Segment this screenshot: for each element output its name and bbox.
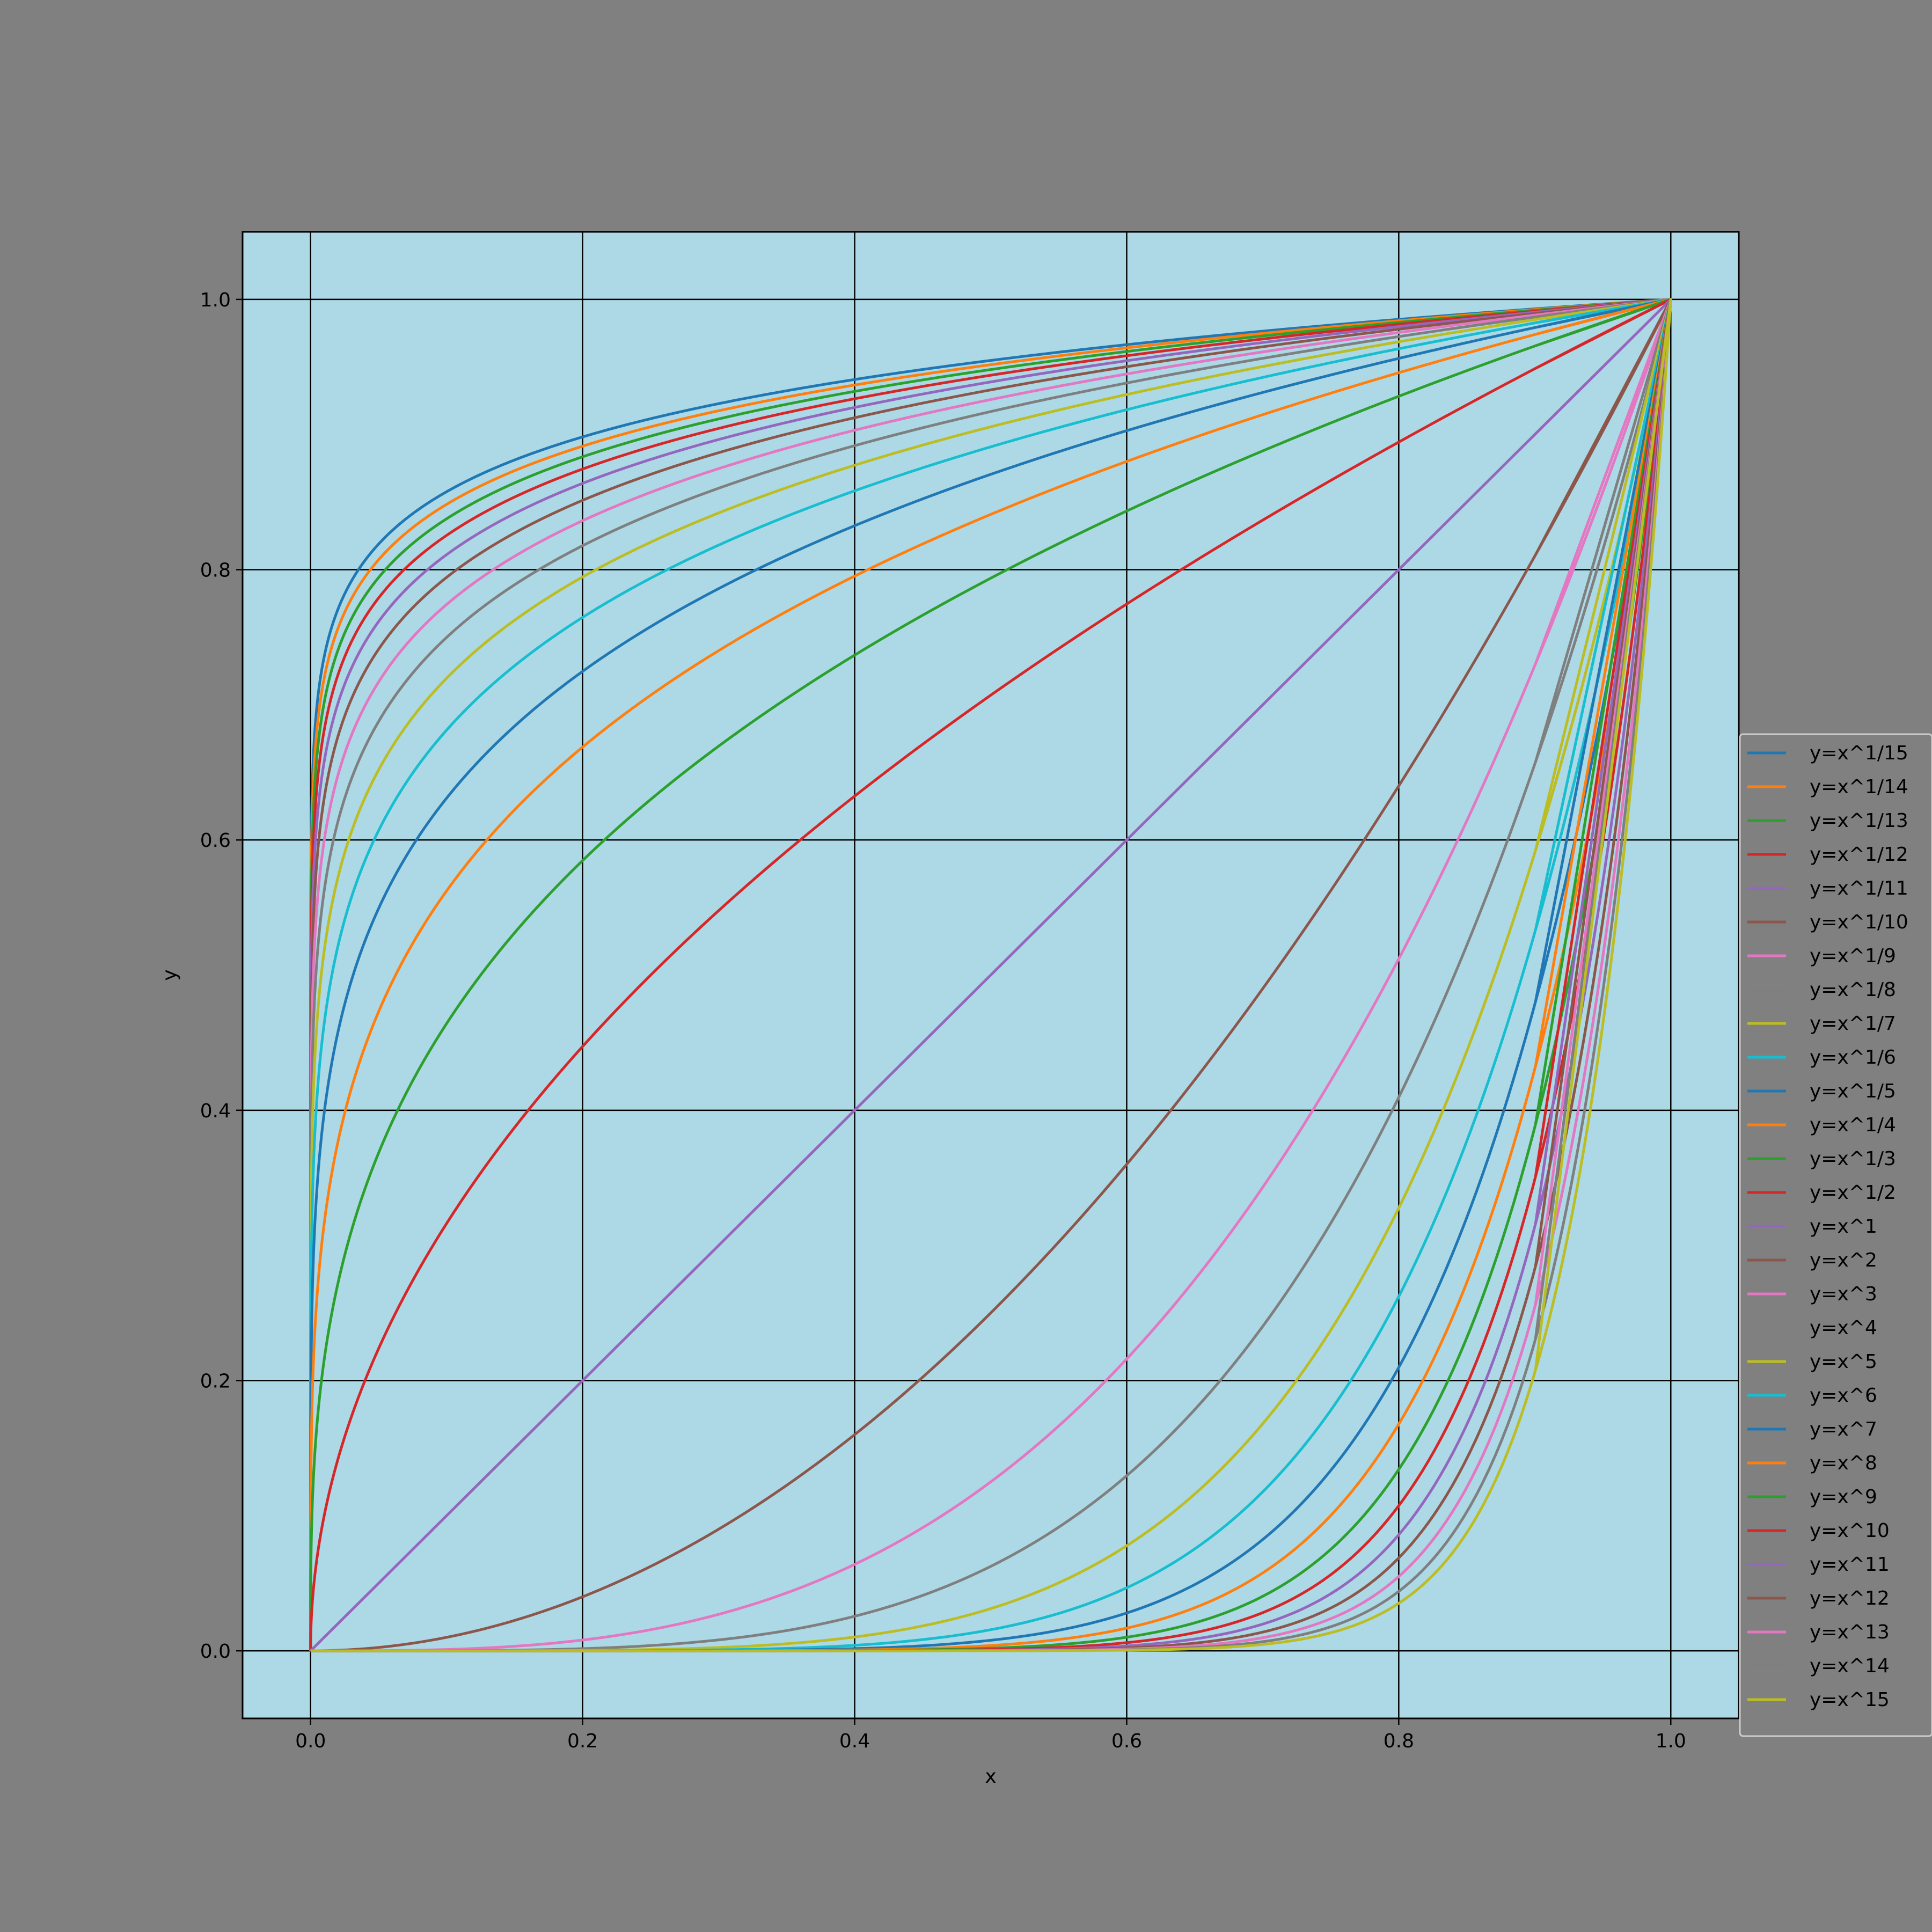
legend-item-label: y=x^14 (1810, 1655, 1890, 1677)
y-tick-label: 0.4 (200, 1100, 231, 1122)
legend-item-label: y=x^1/8 (1810, 979, 1896, 1001)
y-tick-label: 1.0 (200, 289, 231, 311)
legend-item-label: y=x^1 (1810, 1216, 1877, 1238)
x-axis-label: x (985, 1766, 996, 1788)
y-tick-label: 0.2 (200, 1370, 231, 1392)
legend-item-label: y=x^4 (1810, 1317, 1877, 1339)
chart: 0.0 0.2 0.4 0.6 0.8 1.0 0.0 0.2 0.4 0.6 0.8 1.0 x y… (0, 0, 1932, 1932)
legend-item-label: y=x^1/15 (1810, 742, 1908, 764)
legend-item-label: y=x^1/2 (1810, 1182, 1896, 1204)
x-tick-label: 0.6 (1111, 1730, 1142, 1752)
y-tick-label: 0.8 (200, 560, 231, 582)
legend-item-label: y=x^7 (1810, 1418, 1877, 1440)
legend-item-label: y=x^1/13 (1810, 810, 1908, 832)
legend-item-label: y=x^15 (1810, 1689, 1890, 1711)
legend-item-label: y=x^2 (1810, 1249, 1877, 1271)
legend-item-label: y=x^1/4 (1810, 1114, 1896, 1136)
legend-item-label: y=x^5 (1810, 1351, 1877, 1373)
legend-item-label: y=x^11 (1810, 1554, 1890, 1576)
legend-item-label: y=x^12 (1810, 1587, 1890, 1609)
x-tick-label: 1.0 (1656, 1730, 1686, 1752)
y-axis-label: y (159, 969, 181, 980)
legend-item-label: y=x^1/9 (1810, 945, 1896, 967)
legend-item-label: y=x^1/10 (1810, 911, 1908, 933)
legend-item-label: y=x^1/12 (1810, 844, 1908, 866)
y-tick-label: 0.6 (200, 830, 231, 852)
legend-item-label: y=x^1/5 (1810, 1080, 1896, 1102)
x-tick-label: 0.0 (295, 1730, 326, 1752)
x-tick-label: 0.4 (839, 1730, 870, 1752)
x-tick-label: 0.8 (1384, 1730, 1414, 1752)
legend: y=x^1/15 y=x^1/14 y=x^1/13 y=x^1/12 y=x^1/11… (1739, 733, 1932, 1737)
legend-item-label: y=x^6 (1810, 1385, 1877, 1407)
legend-item-label: y=x^9 (1810, 1486, 1877, 1508)
legend-item-label: y=x^10 (1810, 1520, 1890, 1542)
legend-item-label: y=x^1/14 (1810, 776, 1908, 798)
legend-item-label: y=x^1/11 (1810, 877, 1908, 899)
legend-item-label: y=x^8 (1810, 1452, 1877, 1474)
y-tick-label: 0.0 (200, 1641, 231, 1663)
legend-item-label: y=x^3 (1810, 1283, 1877, 1305)
legend-item-label: y=x^1/6 (1810, 1046, 1896, 1069)
x-tick-label: 0.2 (567, 1730, 598, 1752)
legend-item-label: y=x^1/3 (1810, 1148, 1896, 1170)
legend-item-label: y=x^13 (1810, 1621, 1890, 1643)
legend-item-label: y=x^1/7 (1810, 1013, 1896, 1035)
